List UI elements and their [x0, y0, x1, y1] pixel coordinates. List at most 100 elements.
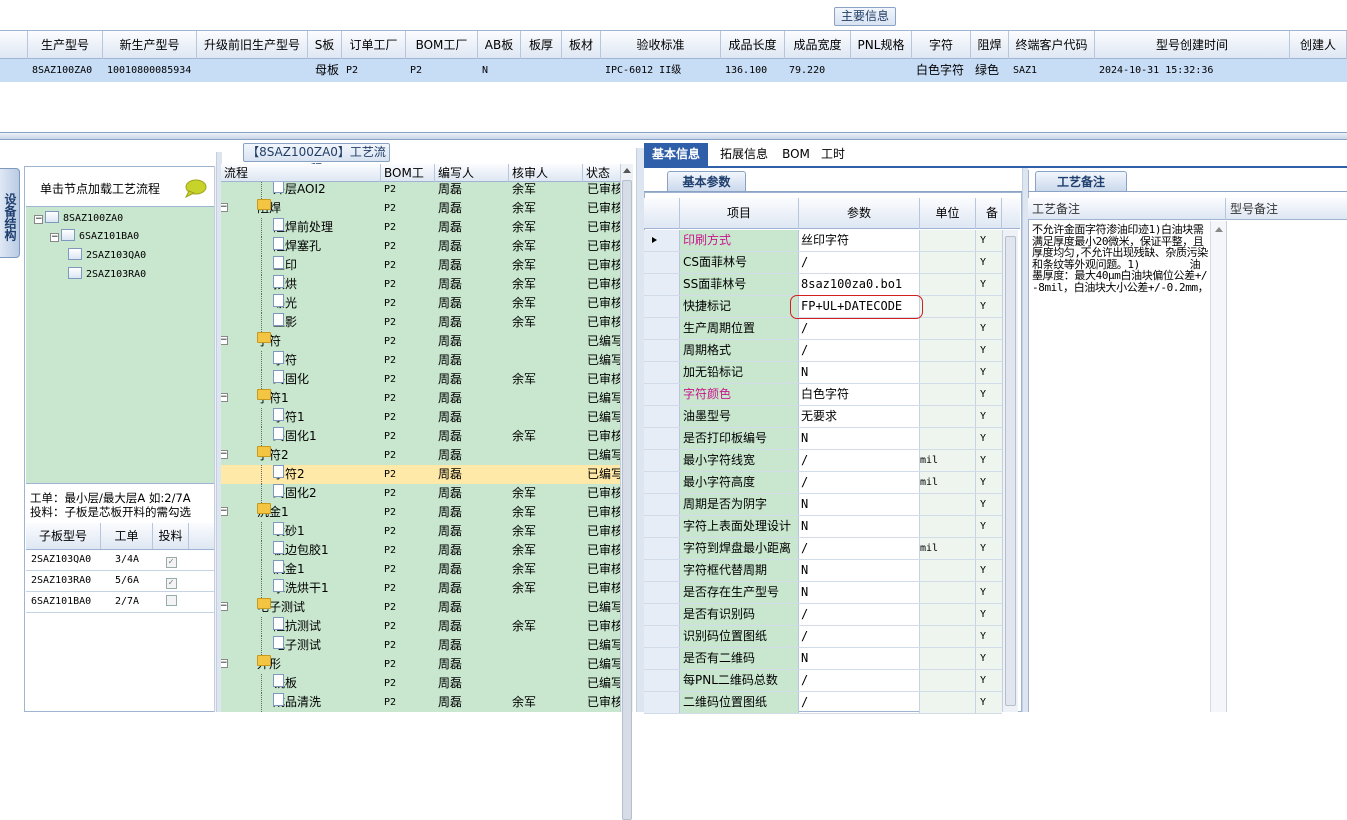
param-value[interactable]: N: [799, 582, 920, 603]
column-header[interactable]: 阻焊: [971, 31, 1009, 59]
param-row[interactable]: 印刷方式 丝印字符 Y: [644, 230, 1002, 252]
params-scroll-thumb[interactable]: [1005, 236, 1016, 706]
collapse-icon[interactable]: −: [50, 233, 59, 242]
column-header[interactable]: 终端客户代码: [1009, 31, 1095, 59]
column-header[interactable]: 板厚: [521, 31, 562, 59]
param-row[interactable]: SS面菲林号 8saz100za0.bo1 Y: [644, 274, 1002, 296]
process-row[interactable]: 喷砂1 P2 周磊 余军 已审核: [221, 522, 620, 541]
param-row[interactable]: 加无铅标记 N Y: [644, 362, 1002, 384]
process-row[interactable]: 阻抗测试 P2 周磊 余军 已审核: [221, 617, 620, 636]
column-header[interactable]: S板: [308, 31, 342, 59]
main-grid-row[interactable]: 8SAZ100ZA0 10010800085934 母板 P2 P2 N IPC-6012 …: [0, 59, 1347, 82]
cell-character[interactable]: 白色字符: [912, 59, 971, 82]
column-header[interactable]: 成品宽度: [785, 31, 851, 59]
column-header[interactable]: 板材: [562, 31, 601, 59]
process-row[interactable]: 曝光 P2 周磊 余军 已审核: [221, 294, 620, 313]
sub-grid-col[interactable]: 工单: [101, 523, 153, 549]
process-row[interactable]: − 沉金1 P2 周磊 余军 已审核: [221, 503, 620, 522]
param-value[interactable]: N: [799, 428, 920, 449]
process-col-header[interactable]: BOM工厂: [381, 164, 435, 198]
tab-basic[interactable]: 基本信息: [644, 143, 708, 166]
cell-ab-board[interactable]: N: [478, 59, 521, 82]
param-row[interactable]: 最小字符高度 / mil Y: [644, 472, 1002, 494]
process-row[interactable]: − 外形 P2 周磊 已编写: [221, 655, 620, 674]
process-row[interactable]: 阻焊前处理 P2 周磊 余军 已审核: [221, 218, 620, 237]
param-value[interactable]: /: [799, 670, 920, 691]
column-header[interactable]: 生产型号: [28, 31, 103, 59]
cell-created-time[interactable]: 2024-10-31 15:32:36: [1095, 59, 1290, 82]
collapse-icon[interactable]: −: [221, 659, 228, 668]
process-col-header[interactable]: 流程: [221, 164, 381, 182]
process-row[interactable]: 沉金1 P2 周磊 余军 已审核: [221, 560, 620, 579]
process-row[interactable]: 成品清洗 P2 周磊 余军 已审核: [221, 693, 620, 712]
feed-checkbox[interactable]: [165, 595, 177, 606]
process-row[interactable]: − 字符 P2 周磊 已编写: [221, 332, 620, 351]
column-header[interactable]: 型号创建时间: [1095, 31, 1290, 59]
cell-thickness[interactable]: [521, 59, 562, 82]
param-row[interactable]: 是否打印板编号 N Y: [644, 428, 1002, 450]
tree-node[interactable]: 2SAZ103RA0: [68, 267, 146, 281]
note-scroll-up-icon[interactable]: [1215, 227, 1223, 232]
process-scroll-thumb[interactable]: [622, 180, 632, 820]
process-notes-tab[interactable]: 工艺备注: [1035, 171, 1127, 192]
params-col-header[interactable]: 单位: [920, 198, 976, 229]
tab-bom[interactable]: BOM: [780, 143, 812, 166]
process-row[interactable]: 阻焊塞孔 P2 周磊 余军 已审核: [221, 237, 620, 256]
param-row[interactable]: CS面菲林号 / Y: [644, 252, 1002, 274]
basic-params-tab[interactable]: 基本参数: [667, 171, 746, 192]
tab-extended[interactable]: 拓展信息: [710, 143, 778, 166]
param-row[interactable]: 油墨型号 无要求 Y: [644, 406, 1002, 428]
cell-s-board[interactable]: 母板: [308, 59, 342, 82]
cell-bom-factory[interactable]: P2: [406, 59, 478, 82]
params-scrollbar[interactable]: [1002, 230, 1018, 712]
cell-production-model[interactable]: 8SAZ100ZA0: [28, 59, 103, 82]
param-row[interactable]: 是否存在生产型号 N Y: [644, 582, 1002, 604]
param-row[interactable]: 生产周期位置 / Y: [644, 318, 1002, 340]
process-row[interactable]: 水洗烘干1 P2 周磊 余军 已审核: [221, 579, 620, 598]
process-row[interactable]: 丝印 P2 周磊 余军 已审核: [221, 256, 620, 275]
param-value[interactable]: N: [799, 516, 920, 537]
param-value[interactable]: /: [799, 340, 920, 361]
params-col-header[interactable]: 参数: [799, 198, 920, 229]
column-header[interactable]: 验收标准: [601, 31, 721, 59]
sub-grid-row[interactable]: 2SAZ103RA0 5/6A ✓: [26, 571, 214, 592]
param-value[interactable]: N: [799, 362, 920, 383]
process-col-header[interactable]: 编写人: [435, 164, 509, 182]
cell-length[interactable]: 136.100: [721, 59, 785, 82]
sub-grid-col[interactable]: 投料: [153, 523, 189, 549]
param-value[interactable]: /: [799, 318, 920, 339]
collapse-icon[interactable]: −: [221, 602, 228, 611]
speech-bubble-icon[interactable]: [183, 179, 207, 199]
process-scrollbar[interactable]: [620, 164, 633, 820]
collapse-icon[interactable]: −: [221, 336, 228, 345]
param-value[interactable]: /: [799, 692, 920, 713]
collapse-icon[interactable]: −: [221, 450, 228, 459]
process-note-text[interactable]: 不允许金面字符渗油印迹1)白油块需满足厚度最小20微米，保证平整，且厚度均匀,不…: [1032, 224, 1210, 293]
process-row[interactable]: 字符 P2 周磊 已编写: [221, 351, 620, 370]
sub-grid-col[interactable]: 子板型号: [26, 523, 101, 549]
collapse-icon[interactable]: −: [221, 507, 228, 516]
cell-solder-mask[interactable]: 绿色: [971, 59, 1009, 82]
cell-old-model[interactable]: [197, 59, 308, 82]
process-row[interactable]: − 字符2 P2 周磊 已编写: [221, 446, 620, 465]
params-col-header[interactable]: 备注: [976, 198, 1002, 229]
param-row[interactable]: 字符到焊盘最小距离 / mil Y: [644, 538, 1002, 560]
param-row[interactable]: 每PNL二维码总数 / Y: [644, 670, 1002, 692]
param-value[interactable]: /: [799, 604, 920, 625]
param-value[interactable]: /: [799, 538, 920, 559]
param-row[interactable]: 识别码位置图纸 / Y: [644, 626, 1002, 648]
tree-node[interactable]: − 6SAZ101BA0: [50, 229, 139, 243]
sub-grid-row[interactable]: 6SAZ101BA0 2/7A: [26, 592, 214, 613]
middle-splitter[interactable]: [636, 148, 644, 712]
process-col-header[interactable]: 核审人: [509, 164, 583, 182]
collapse-icon[interactable]: −: [221, 393, 228, 402]
column-header[interactable]: 订单工厂: [342, 31, 406, 59]
process-row[interactable]: 终固化 P2 周磊 余军 已审核: [221, 370, 620, 389]
horizontal-splitter[interactable]: [0, 132, 1347, 140]
param-row[interactable]: 字符框代替周期 N Y: [644, 560, 1002, 582]
sub-grid-row[interactable]: 2SAZ103QA0 3/4A ✓: [26, 550, 214, 571]
tab-hours[interactable]: 工时: [812, 143, 854, 166]
note-scrollbar[interactable]: [1210, 221, 1226, 712]
column-header[interactable]: BOM工厂: [406, 31, 478, 59]
param-row[interactable]: 周期是否为阴字 N Y: [644, 494, 1002, 516]
